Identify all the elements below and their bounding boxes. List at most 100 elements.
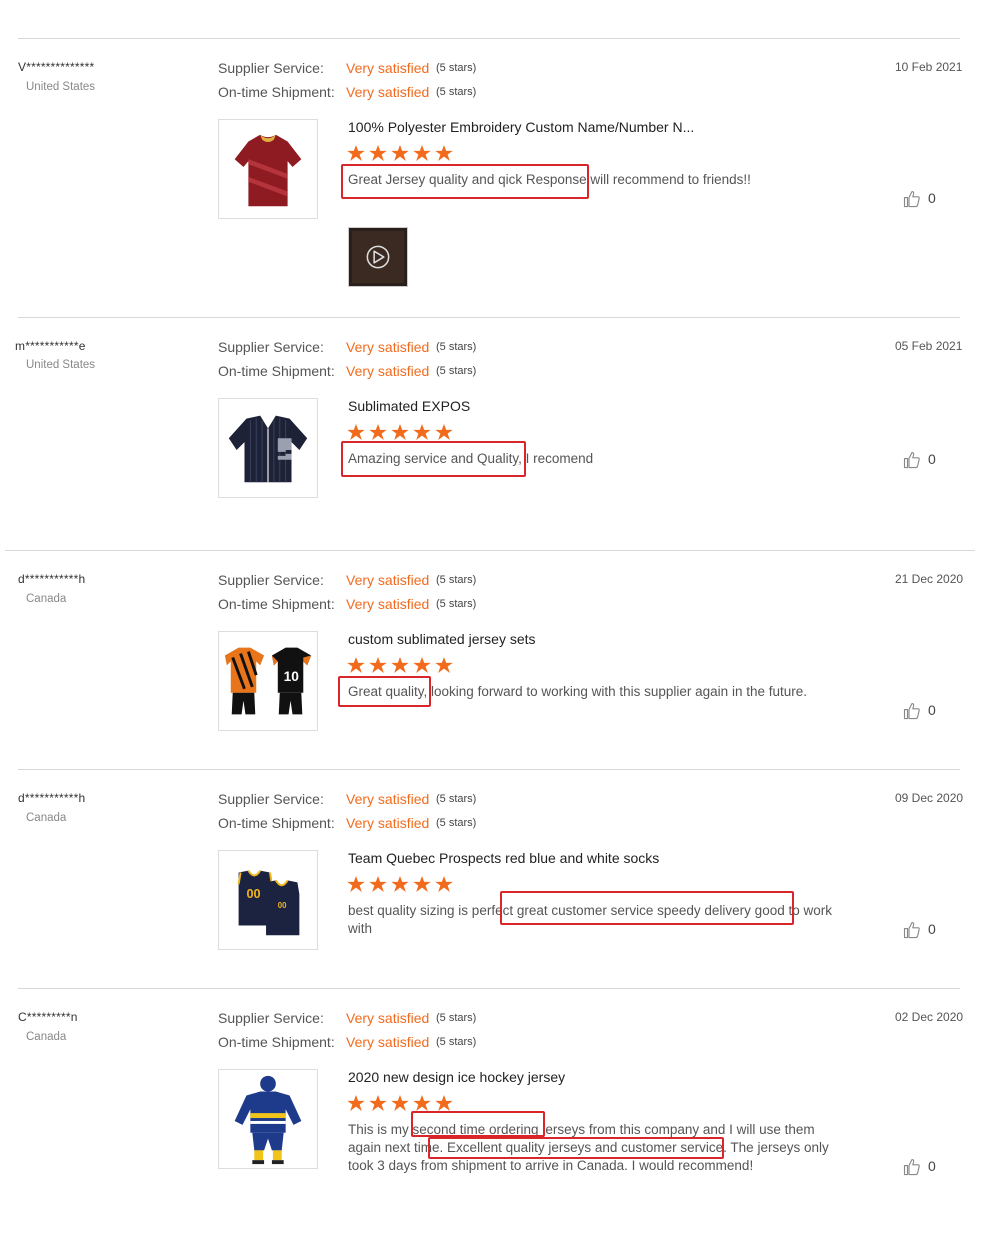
supplier-service-label: Supplier Service: <box>218 572 324 588</box>
star-icon <box>435 657 453 673</box>
ontime-shipment-label: On-time Shipment: <box>218 815 335 831</box>
review-date: 02 Dec 2020 <box>895 1010 964 1024</box>
review-date: 21 Dec 2020 <box>895 572 964 586</box>
product-title[interactable]: Sublimated EXPOS <box>348 398 470 414</box>
star-icon <box>347 424 365 440</box>
product-title[interactable]: custom sublimated jersey sets <box>348 631 536 647</box>
ontime-shipment-stars: (5 stars) <box>436 86 477 98</box>
rugby-jersey-image <box>234 134 302 207</box>
supplier-service-stars: (5 stars) <box>436 62 477 74</box>
supplier-service-value: Very satisfied <box>346 1010 430 1026</box>
thumbs-up-icon <box>903 451 920 469</box>
supplier-service-label: Supplier Service: <box>218 791 324 807</box>
product-title[interactable]: Team Quebec Prospects red blue and white… <box>348 850 659 866</box>
divider <box>18 769 960 770</box>
ontime-shipment-label: On-time Shipment: <box>218 596 335 612</box>
ontime-shipment-value: Very satisfied <box>346 596 430 612</box>
star-icon <box>369 1095 387 1111</box>
reviewer-country: United States <box>26 81 96 93</box>
star-icon <box>413 657 431 673</box>
star-icon <box>413 424 431 440</box>
product-title[interactable]: 2020 new design ice hockey jersey <box>348 1069 565 1085</box>
product-thumbnail[interactable] <box>218 1069 318 1169</box>
supplier-service-label: Supplier Service: <box>218 339 324 355</box>
star-icon <box>369 876 387 892</box>
supplier-service-stars: (5 stars) <box>436 341 477 353</box>
baseball-jersey-image <box>228 415 308 483</box>
product-thumbnail[interactable] <box>218 398 318 498</box>
product-title[interactable]: 100% Polyester Embroidery Custom Name/Nu… <box>348 119 694 135</box>
ontime-shipment-value: Very satisfied <box>346 84 430 100</box>
reviewer-name: C*********n <box>18 1010 78 1024</box>
reviewer-country: Canada <box>26 1031 67 1043</box>
review-date: 09 Dec 2020 <box>895 791 964 805</box>
star-icon <box>369 145 387 161</box>
reviewer-name: d***********h <box>18 791 86 805</box>
like-count: 0 <box>928 1158 936 1174</box>
like-count: 0 <box>928 451 936 467</box>
like-count: 0 <box>928 921 936 937</box>
rating-stars <box>347 876 457 892</box>
star-icon <box>347 145 365 161</box>
play-icon <box>351 230 405 284</box>
ontime-shipment-stars: (5 stars) <box>436 1036 477 1048</box>
ontime-shipment-value: Very satisfied <box>346 363 430 379</box>
supplier-service-stars: (5 stars) <box>436 1012 477 1024</box>
thumbs-up-icon <box>903 190 920 208</box>
supplier-service-value: Very satisfied <box>346 60 430 76</box>
reviews-page: V************** United States Supplier S… <box>0 0 1000 1250</box>
thumbs-up-icon <box>903 921 920 939</box>
ontime-shipment-stars: (5 stars) <box>436 817 477 829</box>
ontime-shipment-label: On-time Shipment: <box>218 84 335 100</box>
rating-stars <box>347 424 457 440</box>
like-button[interactable]: 0 <box>903 449 943 471</box>
product-thumbnail[interactable]: 10 <box>218 631 318 731</box>
svg-text:10: 10 <box>284 669 300 684</box>
like-button[interactable]: 0 <box>903 1156 943 1178</box>
rating-stars <box>347 657 457 673</box>
svg-text:00: 00 <box>246 886 260 901</box>
thumbs-up-icon <box>903 1158 920 1176</box>
reviewer-name: m***********e <box>15 339 86 353</box>
svg-text:00: 00 <box>278 901 287 910</box>
highlight-box <box>428 1137 724 1159</box>
star-icon <box>347 876 365 892</box>
like-button[interactable]: 0 <box>903 919 943 941</box>
review-video[interactable] <box>348 227 408 287</box>
highlight-box <box>341 164 589 199</box>
star-icon <box>369 657 387 673</box>
product-thumbnail[interactable]: 00 00 <box>218 850 318 950</box>
reviewer-country: United States <box>26 359 96 371</box>
highlight-box <box>338 676 431 707</box>
star-icon <box>369 424 387 440</box>
divider <box>18 38 960 39</box>
reviewer-country: Canada <box>26 593 67 605</box>
highlight-box <box>500 891 794 925</box>
star-icon <box>391 145 409 161</box>
supplier-service-label: Supplier Service: <box>218 60 324 76</box>
supplier-service-value: Very satisfied <box>346 572 430 588</box>
star-icon <box>391 657 409 673</box>
star-icon <box>391 876 409 892</box>
star-icon <box>413 145 431 161</box>
review-date: 10 Feb 2021 <box>895 60 963 74</box>
jersey-set-image: 10 <box>224 647 312 715</box>
like-button[interactable]: 0 <box>903 700 943 722</box>
ontime-shipment-value: Very satisfied <box>346 815 430 831</box>
star-icon <box>435 145 453 161</box>
divider <box>18 988 960 989</box>
like-button[interactable]: 0 <box>903 188 943 210</box>
star-icon <box>413 876 431 892</box>
divider <box>5 550 975 551</box>
star-icon <box>391 1095 409 1111</box>
star-icon <box>347 657 365 673</box>
star-icon <box>435 876 453 892</box>
rating-stars <box>347 145 457 161</box>
star-icon <box>435 424 453 440</box>
product-thumbnail[interactable] <box>218 119 318 219</box>
reviewer-name: V************** <box>18 60 95 74</box>
ontime-shipment-label: On-time Shipment: <box>218 363 335 379</box>
reviewer-name: d***********h <box>18 572 86 586</box>
supplier-service-stars: (5 stars) <box>436 574 477 586</box>
rating-stars <box>347 1095 457 1111</box>
